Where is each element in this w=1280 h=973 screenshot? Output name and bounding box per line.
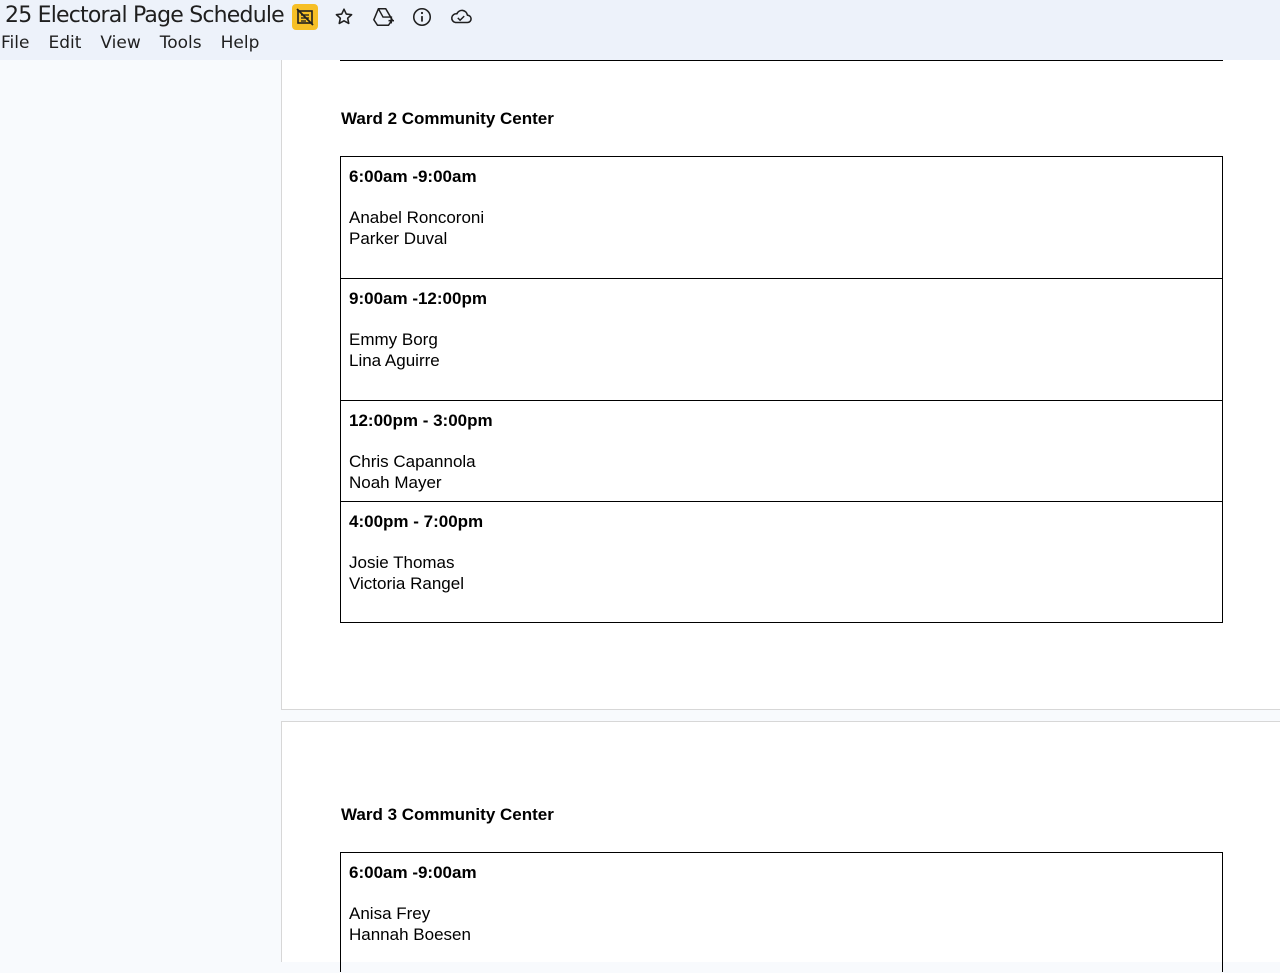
document-page[interactable]: Ward 3 Community Center 6:00am -9:00am A… (281, 721, 1280, 972)
info-icon[interactable] (409, 4, 435, 30)
volunteer-name: Chris Capannola (349, 452, 476, 471)
menu-file[interactable]: File (1, 33, 29, 53)
volunteer-name: Hannah Boesen (349, 925, 471, 944)
ward-heading: Ward 3 Community Center (341, 805, 554, 824)
shift-cell[interactable]: 4:00pm - 7:00pm Josie Thomas Victoria Ra… (341, 501, 1222, 622)
document-title[interactable]: 25 Electoral Page Schedule (5, 3, 285, 28)
shift-table[interactable]: 6:00am -9:00am Anabel Roncoroni Parker D… (340, 156, 1223, 623)
horizontal-rule (340, 60, 1223, 61)
shift-cell[interactable]: 12:00pm - 3:00pm Chris Capannola Noah Ma… (341, 400, 1222, 501)
volunteer-name: Emmy Borg (349, 330, 438, 349)
shift-time: 9:00am -12:00pm (349, 289, 487, 308)
volunteer-name: Anabel Roncoroni (349, 208, 485, 227)
shift-table[interactable]: 6:00am -9:00am Anisa Frey Hannah Boesen (340, 852, 1223, 972)
star-icon[interactable] (331, 4, 357, 30)
ward-heading: Ward 2 Community Center (341, 109, 554, 128)
cloud-saved-icon[interactable] (448, 4, 474, 30)
menu-edit[interactable]: Edit (48, 33, 81, 53)
volunteer-name: Josie Thomas (349, 553, 455, 572)
volunteer-name: Anisa Frey (349, 904, 431, 923)
shift-time: 4:00pm - 7:00pm (349, 512, 484, 531)
document-canvas[interactable]: Ward 2 Community Center 6:00am -9:00am A… (0, 60, 1280, 972)
shift-cell[interactable]: 6:00am -9:00am Anabel Roncoroni Parker D… (341, 157, 1222, 278)
move-to-drive-icon[interactable] (370, 4, 396, 30)
volunteer-name: Victoria Rangel (349, 574, 464, 593)
menu-tools[interactable]: Tools (160, 33, 202, 53)
offline-status-icon[interactable] (292, 4, 318, 30)
shift-time: 6:00am -9:00am (349, 167, 477, 186)
shift-cell[interactable]: 9:00am -12:00pm Emmy Borg Lina Aguirre (341, 278, 1222, 400)
shift-time: 12:00pm - 3:00pm (349, 411, 493, 430)
shift-time: 6:00am -9:00am (349, 863, 477, 882)
volunteer-name: Lina Aguirre (349, 351, 440, 370)
volunteer-name: Parker Duval (349, 229, 448, 248)
menu-view[interactable]: View (100, 33, 140, 53)
shift-cell[interactable]: 6:00am -9:00am Anisa Frey Hannah Boesen (341, 853, 1222, 973)
title-icon-row (292, 4, 487, 30)
menu-help[interactable]: Help (221, 33, 260, 53)
doc-header: 25 Electoral Page Schedule File Edit Vie… (0, 0, 1280, 60)
document-page[interactable]: Ward 2 Community Center 6:00am -9:00am A… (281, 60, 1280, 710)
menu-bar: File Edit View Tools Help (1, 33, 278, 53)
volunteer-name: Noah Mayer (349, 473, 442, 492)
